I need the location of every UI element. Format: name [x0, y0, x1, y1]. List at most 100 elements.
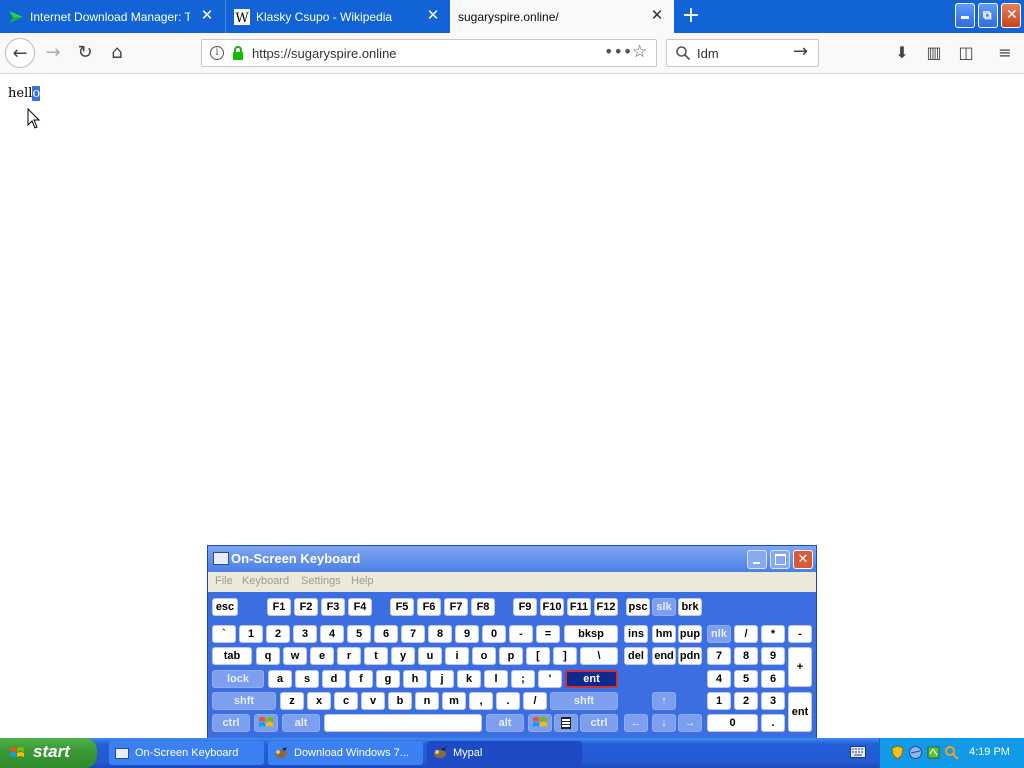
key-o[interactable]: o — [472, 647, 496, 665]
osk-close-button[interactable]: ✕ — [793, 550, 813, 569]
close-icon[interactable]: ✕ — [425, 8, 441, 24]
key-hm[interactable]: hm — [652, 625, 676, 643]
key-right-alt[interactable]: alt — [486, 714, 524, 732]
forward-button[interactable]: → — [38, 38, 68, 68]
key-quote[interactable]: ' — [538, 670, 562, 688]
key-menu[interactable] — [554, 714, 578, 732]
key-2[interactable]: 2 — [266, 625, 290, 643]
key-w[interactable]: w — [283, 647, 307, 665]
key-k[interactable]: k — [457, 670, 481, 688]
key-right-shift[interactable]: shft — [550, 692, 618, 710]
key-f3[interactable]: F3 — [321, 598, 345, 616]
taskbar-item-mypal[interactable]: Mypal — [427, 741, 582, 765]
key-np3[interactable]: 3 — [761, 692, 785, 710]
key-f6[interactable]: F6 — [417, 598, 441, 616]
key-y[interactable]: y — [391, 647, 415, 665]
key-v[interactable]: v — [361, 692, 385, 710]
keyboard-language-icon[interactable] — [850, 746, 866, 758]
key-np9[interactable]: 9 — [761, 647, 785, 665]
key-caps-lock[interactable]: lock — [212, 670, 264, 688]
key-j[interactable]: j — [430, 670, 454, 688]
key-f9[interactable]: F9 — [513, 598, 537, 616]
key-slk[interactable]: slk — [652, 598, 676, 616]
key-minus[interactable]: - — [509, 625, 533, 643]
key-q[interactable]: q — [256, 647, 280, 665]
key-t[interactable]: t — [364, 647, 388, 665]
key-8[interactable]: 8 — [428, 625, 452, 643]
key-m[interactable]: m — [442, 692, 466, 710]
key-1[interactable]: 1 — [239, 625, 263, 643]
key-p[interactable]: p — [499, 647, 523, 665]
key-left-ctrl[interactable]: ctrl — [212, 714, 250, 732]
key-f2[interactable]: F2 — [294, 598, 318, 616]
search-bar[interactable]: Idm → — [666, 39, 819, 67]
key-f1[interactable]: F1 — [267, 598, 291, 616]
tab-sugaryspire[interactable]: sugaryspire.online/ ✕ — [450, 0, 674, 33]
key-h[interactable]: h — [403, 670, 427, 688]
key-space[interactable] — [324, 714, 482, 732]
key-e[interactable]: e — [310, 647, 334, 665]
key-np8[interactable]: 8 — [734, 647, 758, 665]
key-right-windows[interactable] — [528, 714, 552, 732]
key-5[interactable]: 5 — [347, 625, 371, 643]
key-f7[interactable]: F7 — [444, 598, 468, 616]
new-tab-button[interactable]: + — [680, 5, 702, 27]
key-end[interactable]: end — [652, 647, 676, 665]
key-np0[interactable]: 0 — [707, 714, 758, 732]
key-enter[interactable]: ent — [565, 670, 618, 688]
key-esc[interactable]: esc — [212, 598, 238, 616]
close-icon[interactable]: ✕ — [199, 8, 215, 24]
key-equals[interactable]: = — [536, 625, 560, 643]
key-9[interactable]: 9 — [455, 625, 479, 643]
download-icon[interactable]: ⬇ — [892, 43, 912, 63]
key-np2[interactable]: 2 — [734, 692, 758, 710]
key-np5[interactable]: 5 — [734, 670, 758, 688]
key-z[interactable]: z — [280, 692, 304, 710]
key-np7[interactable]: 7 — [707, 647, 731, 665]
key-f4[interactable]: F4 — [348, 598, 372, 616]
key-r[interactable]: r — [337, 647, 361, 665]
key-right-arrow[interactable]: → — [678, 714, 702, 732]
key-pup[interactable]: pup — [678, 625, 702, 643]
key-4[interactable]: 4 — [320, 625, 344, 643]
key-left-bracket[interactable]: [ — [526, 647, 550, 665]
page-actions-icon[interactable]: ••• — [604, 42, 632, 61]
key-x[interactable]: x — [307, 692, 331, 710]
network-icon[interactable] — [908, 745, 923, 760]
info-icon[interactable]: i — [210, 46, 224, 60]
key-left-alt[interactable]: alt — [282, 714, 320, 732]
key-tab[interactable]: tab — [212, 647, 252, 665]
key-np-enter[interactable]: ent — [788, 692, 812, 732]
key-f10[interactable]: F10 — [540, 598, 564, 616]
key-backspace[interactable]: bksp — [564, 625, 618, 643]
taskbar-item-download-windows-7[interactable]: Download Windows 7... — [268, 741, 423, 765]
key-np-divide[interactable]: / — [734, 625, 758, 643]
key-right-ctrl[interactable]: ctrl — [580, 714, 618, 732]
bookmark-star-icon[interactable]: ☆ — [632, 42, 647, 62]
magnifier-icon[interactable] — [944, 745, 959, 760]
menu-help[interactable]: Help — [351, 575, 374, 587]
key-grave[interactable]: ` — [212, 625, 236, 643]
search-input[interactable]: Idm — [697, 46, 719, 61]
key-u[interactable]: u — [418, 647, 442, 665]
key-comma[interactable]: , — [469, 692, 493, 710]
clock[interactable]: 4:19 PM — [969, 746, 1010, 758]
key-c[interactable]: c — [334, 692, 358, 710]
key-np-add[interactable]: + — [788, 647, 812, 687]
close-icon[interactable]: ✕ — [649, 8, 665, 24]
window-close-button[interactable]: ✕ — [1001, 3, 1021, 28]
key-left-shift[interactable]: shft — [212, 692, 276, 710]
key-a[interactable]: a — [268, 670, 292, 688]
tab-idm[interactable]: Internet Download Manager: The ✕ — [0, 0, 224, 33]
security-shield-icon[interactable] — [890, 745, 905, 760]
key-np6[interactable]: 6 — [761, 670, 785, 688]
address-bar[interactable]: i https://sugaryspire.online ••• ☆ — [201, 39, 657, 67]
key-left-windows[interactable] — [254, 714, 278, 732]
key-slash[interactable]: / — [523, 692, 547, 710]
key-7[interactable]: 7 — [401, 625, 425, 643]
key-np-multiply[interactable]: * — [761, 625, 785, 643]
key-np-subtract[interactable]: - — [788, 625, 812, 643]
key-g[interactable]: g — [376, 670, 400, 688]
key-i[interactable]: i — [445, 647, 469, 665]
tab-wikipedia[interactable]: W Klasky Csupo - Wikipedia ✕ — [225, 0, 450, 33]
